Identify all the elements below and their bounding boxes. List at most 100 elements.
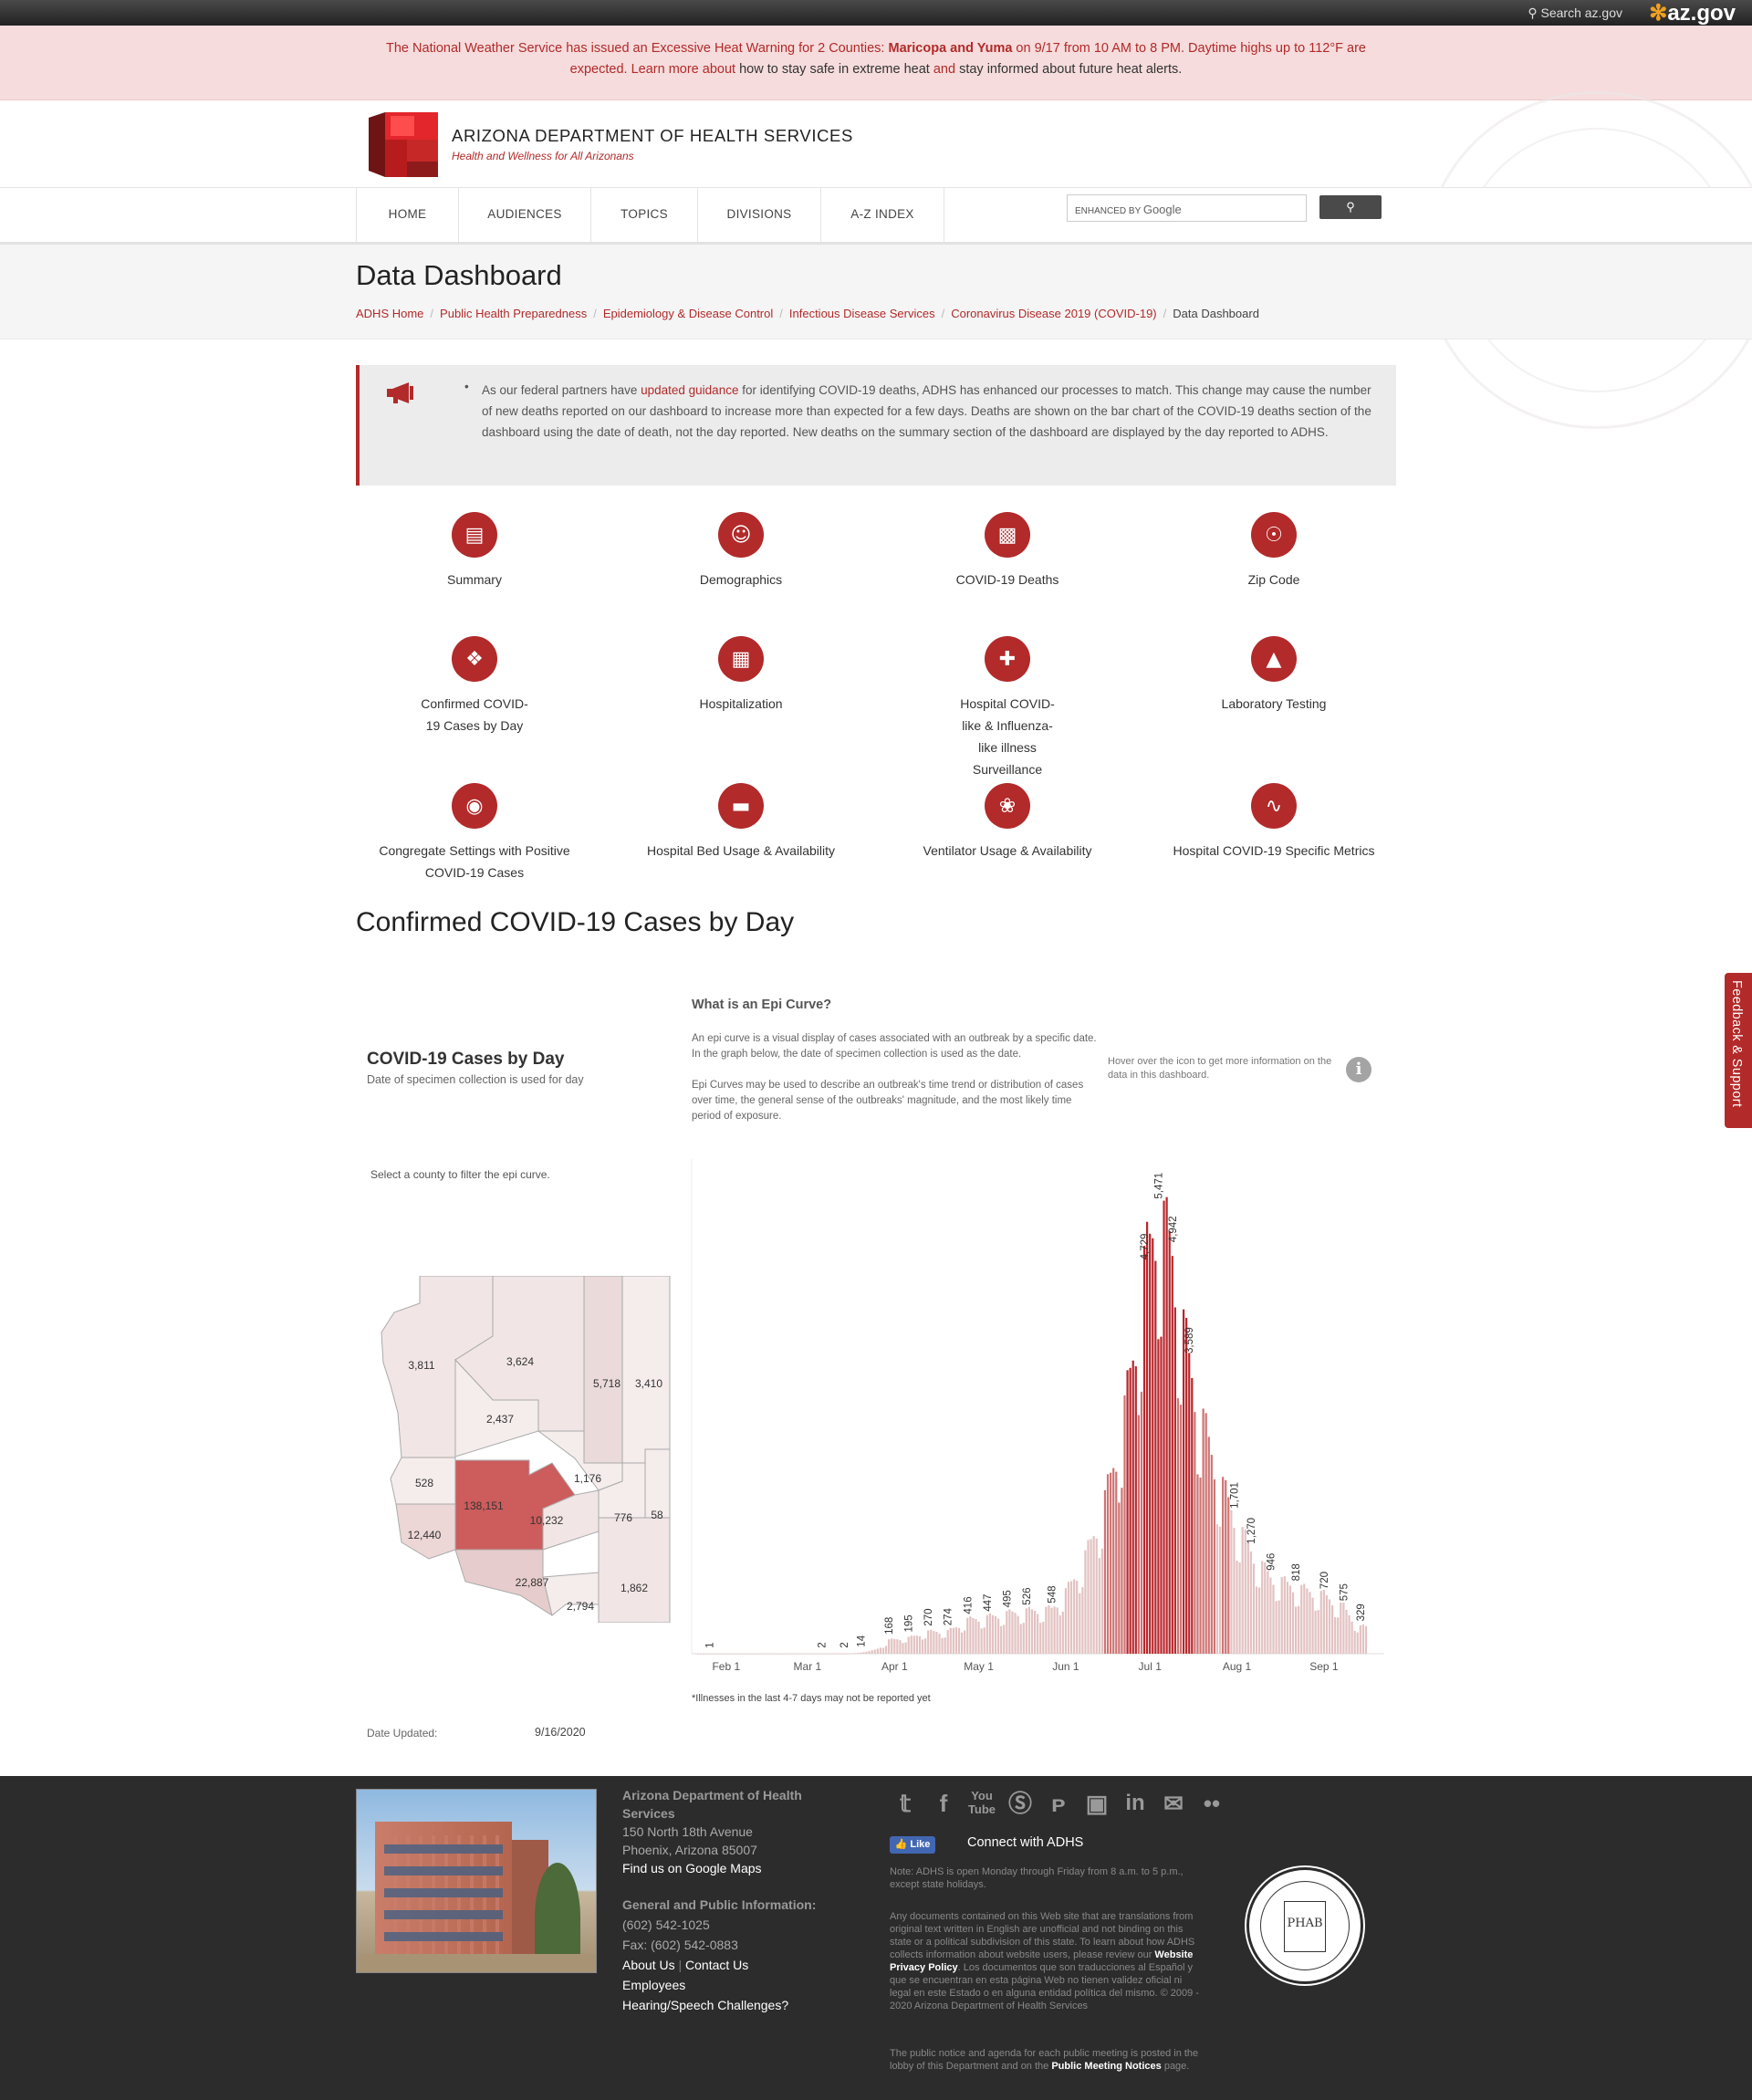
epi-bar[interactable] (747, 1653, 750, 1655)
epi-bar[interactable] (727, 1653, 730, 1655)
epi-bar[interactable] (902, 1643, 904, 1654)
epi-bar[interactable] (927, 1630, 930, 1654)
epi-bar[interactable] (1280, 1577, 1283, 1654)
epi-bar[interactable] (915, 1635, 918, 1654)
epi-bar[interactable] (1337, 1617, 1340, 1654)
epi-bar[interactable] (848, 1653, 851, 1655)
epi-bar[interactable] (831, 1653, 834, 1655)
county-cochise[interactable] (598, 1517, 671, 1623)
tile-congregate-settings-with-positive-covid-19-cases[interactable]: ◉ Congregate Settings with Positive COVID… (341, 783, 608, 883)
epi-bar[interactable] (1098, 1558, 1100, 1654)
epi-bar[interactable] (815, 1653, 818, 1655)
epi-bar[interactable] (1145, 1221, 1149, 1654)
epi-bar[interactable] (1134, 1366, 1137, 1654)
epi-bar[interactable] (703, 1653, 705, 1655)
epi-bar[interactable] (1230, 1510, 1233, 1654)
epi-bar[interactable] (941, 1637, 944, 1654)
epi-bar[interactable] (1196, 1474, 1199, 1654)
epi-bar[interactable] (795, 1653, 798, 1655)
flickr-icon[interactable]: •• (1197, 1789, 1226, 1818)
epi-bar[interactable] (714, 1653, 716, 1655)
epi-bar[interactable] (1364, 1625, 1368, 1654)
epi-bar[interactable] (879, 1647, 882, 1654)
epi-bar[interactable] (798, 1653, 800, 1655)
epi-bar[interactable] (980, 1628, 983, 1654)
nav-topics[interactable]: TOPICS (590, 188, 697, 242)
county-navajo[interactable] (583, 1276, 623, 1464)
epi-bar[interactable] (1255, 1586, 1258, 1654)
epi-bar[interactable] (1084, 1550, 1087, 1654)
tile-summary[interactable]: ▤ Summary (341, 512, 608, 590)
epi-bar[interactable] (1115, 1471, 1118, 1654)
epi-bar[interactable] (806, 1653, 809, 1655)
google-search-input[interactable]: ENHANCED BY Google (1067, 194, 1307, 222)
epi-bar[interactable] (1275, 1601, 1278, 1654)
public-meeting-link[interactable]: Public Meeting Notices (1051, 2061, 1161, 2072)
breadcrumb-public-health[interactable]: Public Health Preparedness (440, 307, 587, 320)
epi-bar[interactable] (1168, 1231, 1171, 1654)
epi-bar[interactable] (753, 1653, 756, 1655)
epi-bar[interactable] (1233, 1528, 1236, 1654)
epi-bar[interactable] (818, 1653, 820, 1655)
epi-bar[interactable] (966, 1617, 969, 1654)
feedback-support-tab[interactable]: Feedback & Support (1725, 973, 1752, 1128)
epi-bar[interactable] (888, 1639, 891, 1654)
epi-bar[interactable] (725, 1653, 727, 1655)
epi-bar[interactable] (1227, 1497, 1230, 1654)
facebook-icon[interactable]: f (929, 1789, 958, 1818)
epi-bar[interactable] (705, 1653, 708, 1655)
epi-bar[interactable] (1322, 1590, 1325, 1654)
epi-bar[interactable] (1194, 1412, 1196, 1654)
epi-bar[interactable] (1185, 1318, 1188, 1654)
epi-bar[interactable] (1353, 1631, 1356, 1654)
epi-bar[interactable] (1225, 1479, 1227, 1654)
epi-bar[interactable] (1342, 1603, 1345, 1654)
epi-bar[interactable] (1330, 1605, 1334, 1654)
epi-bar[interactable] (1325, 1594, 1329, 1654)
youtube-icon[interactable]: You Tube (967, 1789, 996, 1818)
epi-bar[interactable] (1176, 1398, 1180, 1654)
epi-bar[interactable] (1037, 1614, 1039, 1654)
epi-bar[interactable] (1019, 1624, 1022, 1654)
epi-bar[interactable] (912, 1635, 915, 1654)
epi-bar[interactable] (991, 1614, 995, 1654)
epi-bar[interactable] (750, 1653, 753, 1655)
epi-bar[interactable] (1003, 1625, 1006, 1654)
epi-bar[interactable] (873, 1649, 876, 1654)
twitter-icon[interactable]: 𝕥 (891, 1789, 920, 1818)
epi-bar[interactable] (696, 1653, 700, 1655)
epi-bar[interactable] (1027, 1606, 1031, 1654)
epi-bar[interactable] (1142, 1246, 1146, 1654)
epi-bar[interactable] (857, 1653, 860, 1654)
epi-bar[interactable] (1069, 1581, 1073, 1654)
epi-bar[interactable] (1030, 1609, 1034, 1654)
epi-bar[interactable] (719, 1653, 722, 1655)
epi-bar[interactable] (946, 1630, 949, 1654)
epi-bar[interactable] (1095, 1538, 1098, 1654)
epi-bar[interactable] (1106, 1474, 1110, 1654)
epi-bar[interactable] (764, 1653, 766, 1655)
tile-hospital-bed-usage-availability[interactable]: ▬ Hospital Bed Usage & Availability (608, 783, 874, 862)
epi-bar[interactable] (1042, 1621, 1045, 1654)
epi-bar[interactable] (730, 1653, 734, 1655)
epi-bar[interactable] (921, 1639, 924, 1655)
epi-bar[interactable] (1334, 1617, 1337, 1654)
epi-bar[interactable] (1204, 1413, 1207, 1654)
epi-bar[interactable] (1152, 1238, 1154, 1654)
epi-bar[interactable] (1064, 1588, 1068, 1654)
epi-bar[interactable] (952, 1627, 954, 1654)
epi-bar[interactable] (772, 1653, 776, 1655)
epi-bar[interactable] (994, 1615, 997, 1654)
epi-bar[interactable] (1210, 1455, 1213, 1654)
epi-bar[interactable] (1129, 1367, 1132, 1654)
epi-bar[interactable] (1359, 1625, 1361, 1654)
facebook-like-button[interactable]: 👍 Like (890, 1836, 935, 1854)
epi-bar[interactable] (1132, 1360, 1134, 1654)
epi-bar[interactable] (1121, 1488, 1123, 1654)
epi-bar[interactable] (961, 1632, 964, 1654)
epi-bar[interactable] (1079, 1593, 1081, 1654)
epi-bar[interactable] (1278, 1600, 1280, 1654)
epi-bar[interactable] (1267, 1571, 1269, 1654)
epi-bar[interactable] (1356, 1632, 1359, 1654)
google-maps-link[interactable]: Find us on Google Maps (622, 1859, 841, 1877)
